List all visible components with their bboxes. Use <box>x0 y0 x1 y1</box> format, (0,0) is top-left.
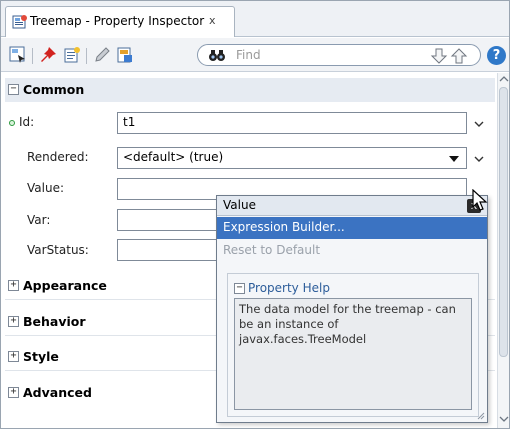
toolbar-separator <box>32 48 33 64</box>
pin-icon[interactable] <box>39 46 57 64</box>
property-help-title: Property Help <box>248 281 330 295</box>
search-placeholder: Find <box>236 48 261 62</box>
property-label-varstatus: VarStatus: <box>27 243 89 257</box>
property-inspector-icon <box>12 15 27 29</box>
vertical-scrollbar[interactable] <box>497 73 509 428</box>
expression-builder-menu-item[interactable]: Expression Builder... <box>217 217 487 239</box>
property-label-id: Id: <box>19 115 35 129</box>
property-help-section: − Property Help The data model for the t… <box>227 273 479 417</box>
binoculars-icon <box>209 50 225 61</box>
find-previous-icon[interactable] <box>450 47 468 65</box>
expand-icon[interactable]: + <box>8 316 19 327</box>
pencil-icon[interactable] <box>93 46 111 64</box>
varstatus-field[interactable] <box>117 239 219 261</box>
property-label-rendered: Rendered: <box>27 150 89 164</box>
section-common[interactable]: − Common <box>5 78 495 102</box>
edit-properties-icon[interactable] <box>63 46 81 64</box>
collapse-icon[interactable]: − <box>8 84 19 95</box>
toolbar-separator <box>86 48 87 64</box>
collapse-icon[interactable]: − <box>234 283 245 294</box>
rendered-select[interactable]: <default> (true) <box>117 147 467 169</box>
popup-title: Value <box>223 198 256 212</box>
section-label: Style <box>23 349 59 364</box>
property-help-text: The data model for the treemap - can be … <box>234 298 472 410</box>
id-field[interactable]: t1 <box>117 112 467 134</box>
section-label: Common <box>23 82 85 97</box>
var-field[interactable] <box>117 209 219 231</box>
tab-strip: Treemap - Property Inspector x <box>1 1 509 37</box>
tab-property-inspector[interactable]: Treemap - Property Inspector x <box>5 6 235 37</box>
bind-data-icon[interactable] <box>116 46 134 64</box>
chevron-down-icon[interactable] <box>473 154 485 164</box>
section-label: Appearance <box>23 278 107 293</box>
value-property-popup: Value x Expression Builder... Reset to D… <box>216 195 488 423</box>
chevron-down-icon[interactable] <box>473 119 485 129</box>
toolbar: Find ? <box>1 38 509 72</box>
dropdown-arrow-icon[interactable] <box>447 153 461 165</box>
scroll-up-icon[interactable] <box>499 75 509 83</box>
reset-to-default-menu-item[interactable]: Reset to Default <box>217 240 487 262</box>
required-indicator-icon <box>9 120 15 126</box>
scrollbar-thumb[interactable] <box>499 87 508 357</box>
section-label: Behavior <box>23 314 86 329</box>
select-component-icon[interactable] <box>9 46 27 64</box>
property-label-var: Var: <box>27 213 51 227</box>
tab-close-button[interactable]: x <box>209 14 216 27</box>
find-next-icon[interactable] <box>430 47 448 65</box>
expand-icon[interactable]: + <box>8 387 19 398</box>
property-inspector-window: Treemap - Property Inspector x Find ? − … <box>0 0 510 429</box>
help-button[interactable]: ? <box>487 46 506 65</box>
expand-icon[interactable]: + <box>8 280 19 291</box>
expand-icon[interactable]: + <box>8 351 19 362</box>
scroll-down-icon[interactable] <box>499 415 509 423</box>
section-label: Advanced <box>23 385 92 400</box>
property-label-value: Value: <box>27 181 64 195</box>
tab-title: Treemap - Property Inspector <box>30 14 205 28</box>
resize-grip-icon[interactable] <box>475 410 485 420</box>
mouse-cursor-icon <box>472 189 488 211</box>
popup-title-bar: Value x <box>217 196 487 216</box>
find-search-box[interactable]: Find <box>197 44 481 66</box>
